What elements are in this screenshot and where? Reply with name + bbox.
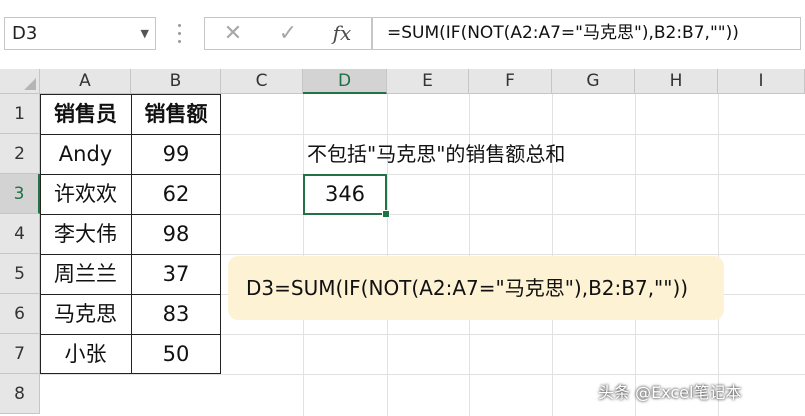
cell-a7[interactable]: 小张 <box>40 334 131 374</box>
cell-b1[interactable]: 销售额 <box>131 94 221 134</box>
name-box-dropdown-icon[interactable]: ▼ <box>141 18 149 49</box>
enter-icon[interactable]: ✓ <box>268 18 308 49</box>
formula-buttons: ✕ ✓ fx <box>204 17 372 50</box>
row-header-2[interactable]: 2 <box>0 134 40 174</box>
column-header-d[interactable]: D <box>303 69 387 94</box>
cell-b2[interactable]: 99 <box>131 134 221 174</box>
cell-b6[interactable]: 83 <box>131 294 221 334</box>
column-header-c[interactable]: C <box>221 69 303 94</box>
watermark: 头条 @Excel笔记本 <box>598 383 742 402</box>
row-header-6[interactable]: 6 <box>0 294 40 334</box>
column-header-a[interactable]: A <box>40 69 131 94</box>
gridline <box>718 94 719 416</box>
column-header-h[interactable]: H <box>635 69 718 94</box>
column-header-i[interactable]: I <box>718 69 805 94</box>
row-header-8[interactable]: 8 <box>0 374 40 414</box>
name-box-value: D3 <box>12 23 38 44</box>
gridline <box>635 94 636 416</box>
cell-d3-active[interactable]: 346 <box>303 174 390 218</box>
row-header-3[interactable]: 3 <box>0 174 40 214</box>
column-header-e[interactable]: E <box>387 69 469 94</box>
column-header-b[interactable]: B <box>131 69 221 94</box>
cell-b4[interactable]: 98 <box>131 214 221 254</box>
fill-handle[interactable] <box>382 210 390 218</box>
column-header-g[interactable]: G <box>552 69 635 94</box>
column-header-f[interactable]: F <box>469 69 552 94</box>
formula-input[interactable]: =SUM(IF(NOT(A2:A7="马克思"),B2:B7,"")) <box>372 17 801 50</box>
name-box[interactable]: D3 ▼ <box>4 17 156 50</box>
formula-bar: D3 ▼ ✕ ✓ fx =SUM(IF(NOT(A2:A7="马克思"),B2:… <box>0 0 805 69</box>
cell-d3-value: 346 <box>324 182 366 206</box>
cell-b7[interactable]: 50 <box>131 334 221 374</box>
row-header-1[interactable]: 1 <box>0 94 40 134</box>
formula-note: D3=SUM(IF(NOT(A2:A7="马克思"),B2:B7,"")) <box>228 256 724 320</box>
gridline <box>303 94 304 416</box>
gridline <box>40 374 805 375</box>
cell-b3[interactable]: 62 <box>131 174 221 214</box>
cancel-icon[interactable]: ✕ <box>213 18 253 49</box>
cell-b5[interactable]: 37 <box>131 254 221 294</box>
insert-function-icon[interactable]: fx <box>322 18 362 49</box>
drag-handle-icon[interactable] <box>178 24 182 44</box>
row-header-7[interactable]: 7 <box>0 334 40 374</box>
cell-a3[interactable]: 许欢欢 <box>40 174 131 214</box>
row-header-4[interactable]: 4 <box>0 214 40 254</box>
cell-a4[interactable]: 李大伟 <box>40 214 131 254</box>
worksheet-grid: A B C D E F G H I 1 2 3 4 5 6 7 8 销售员 销售… <box>0 69 805 416</box>
select-all-button[interactable] <box>0 69 40 94</box>
cell-d2[interactable]: 不包括"马克思"的销售额总和 <box>307 134 565 174</box>
cell-a5[interactable]: 周兰兰 <box>40 254 131 294</box>
row-header-5[interactable]: 5 <box>0 254 40 294</box>
cell-a1[interactable]: 销售员 <box>40 94 131 134</box>
cell-a6[interactable]: 马克思 <box>40 294 131 334</box>
cell-a2[interactable]: Andy <box>40 134 131 174</box>
